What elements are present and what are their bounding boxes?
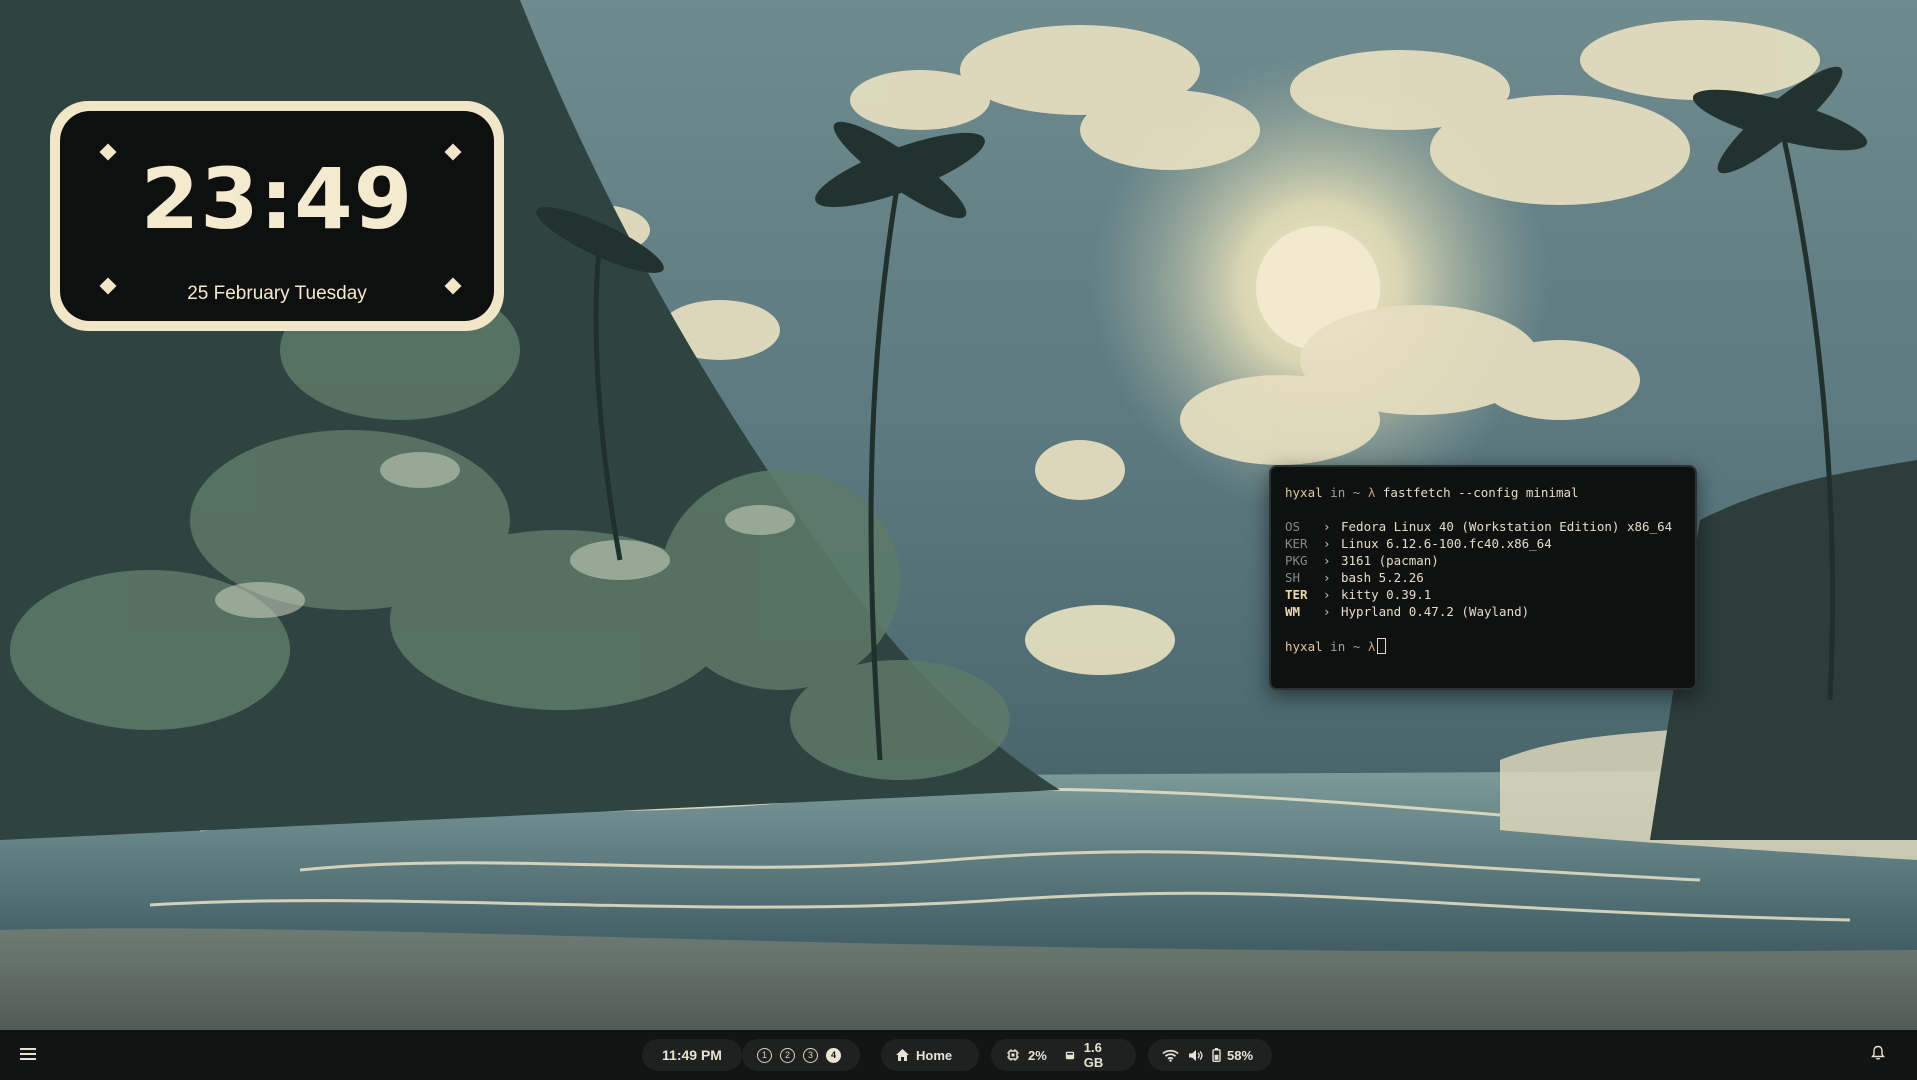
fetch-arrow: › bbox=[1323, 553, 1331, 568]
terminal-cursor bbox=[1377, 638, 1387, 654]
fetch-arrow: › bbox=[1323, 536, 1331, 551]
memory-value: 1.6 GB bbox=[1083, 1040, 1104, 1070]
bell-icon[interactable] bbox=[1871, 1045, 1885, 1061]
workspace-button-1[interactable]: 1 bbox=[757, 1047, 772, 1063]
wifi-icon[interactable] bbox=[1162, 1049, 1179, 1062]
battery-value: 58% bbox=[1227, 1047, 1254, 1063]
fetch-value: Fedora Linux 40 (Workstation Edition) x8… bbox=[1341, 519, 1673, 534]
cpu-stat: 2% bbox=[1007, 1048, 1047, 1063]
terminal-command-line: hyxal in ~ λ fastfetch --config minimal bbox=[1285, 485, 1681, 502]
cpu-icon bbox=[1007, 1049, 1019, 1061]
fetch-arrow: › bbox=[1323, 519, 1331, 534]
prompt-dir: ~ bbox=[1352, 485, 1361, 500]
fetch-arrow: › bbox=[1323, 604, 1331, 619]
clock-time: 23:49 bbox=[140, 150, 414, 248]
workspace-button-2[interactable]: 2 bbox=[780, 1047, 795, 1063]
terminal-command: fastfetch --config minimal bbox=[1382, 485, 1579, 500]
home-icon bbox=[896, 1049, 909, 1061]
home-button[interactable]: Home bbox=[881, 1039, 979, 1071]
prompt-in: in bbox=[1330, 639, 1346, 654]
clock-widget: 23:49 25 February Tuesday bbox=[50, 101, 504, 331]
fetch-value: Hyprland 0.47.2 (Wayland) bbox=[1341, 604, 1530, 619]
fetch-row: TER › kitty 0.39.1 bbox=[1285, 587, 1681, 604]
memory-stat: 1.6 GB bbox=[1065, 1040, 1118, 1070]
fetch-key: OS bbox=[1285, 519, 1301, 534]
prompt-in: in bbox=[1330, 485, 1346, 500]
fetch-arrow: › bbox=[1323, 570, 1331, 585]
prompt-user: hyxal bbox=[1285, 639, 1323, 654]
fetch-key: WM bbox=[1285, 604, 1301, 619]
fetch-key: SH bbox=[1285, 570, 1301, 585]
prompt-dir: ~ bbox=[1352, 639, 1361, 654]
fetch-key: TER bbox=[1285, 587, 1308, 602]
terminal-window[interactable]: hyxal in ~ λ fastfetch --config minimal … bbox=[1269, 465, 1697, 690]
system-stats[interactable]: 2% 1.6 GB bbox=[991, 1039, 1136, 1071]
fetch-key: KER bbox=[1285, 536, 1308, 551]
desktop: 23:49 25 February Tuesday hyxal in ~ λ f… bbox=[0, 0, 1917, 1030]
fetch-row: SH › bash 5.2.26 bbox=[1285, 570, 1681, 587]
clock-date: 25 February Tuesday bbox=[187, 283, 367, 304]
menu-icon[interactable] bbox=[20, 1048, 36, 1062]
fetch-value: 3161 (pacman) bbox=[1341, 553, 1439, 568]
workspace-button-4[interactable]: 4 bbox=[826, 1047, 841, 1063]
memory-icon bbox=[1065, 1051, 1074, 1059]
bar-time: 11:49 PM bbox=[662, 1047, 722, 1063]
home-label: Home bbox=[916, 1047, 953, 1063]
fetch-value: Linux 6.12.6-100.fc40.x86_64 bbox=[1341, 536, 1552, 551]
fetch-value: kitty 0.39.1 bbox=[1341, 587, 1432, 602]
fetch-row: KER › Linux 6.12.6-100.fc40.x86_64 bbox=[1285, 536, 1681, 553]
fetch-key: PKG bbox=[1285, 553, 1308, 568]
prompt-symbol: λ bbox=[1367, 639, 1376, 654]
volume-icon[interactable] bbox=[1188, 1049, 1203, 1062]
cpu-value: 2% bbox=[1028, 1047, 1047, 1063]
fetch-row: WM › Hyprland 0.47.2 (Wayland) bbox=[1285, 604, 1681, 621]
fetch-value: bash 5.2.26 bbox=[1341, 570, 1424, 585]
bar-clock[interactable]: 11:49 PM bbox=[642, 1039, 742, 1071]
quick-settings[interactable]: 58% bbox=[1148, 1039, 1272, 1071]
prompt-symbol: λ bbox=[1367, 485, 1376, 500]
clock-face: 23:49 25 February Tuesday bbox=[60, 111, 494, 321]
fetch-row: OS › Fedora Linux 40 (Workstation Edition)… bbox=[1285, 519, 1681, 536]
battery-icon bbox=[1212, 1048, 1221, 1062]
fetch-arrow: › bbox=[1323, 587, 1331, 602]
status-bar: 11:49 PM 1 2 3 4 Home 2% 1.6 GB 58% bbox=[0, 1030, 1917, 1080]
workspace-button-3[interactable]: 3 bbox=[803, 1047, 818, 1063]
workspace-switcher: 1 2 3 4 bbox=[742, 1039, 860, 1071]
prompt-user: hyxal bbox=[1285, 485, 1323, 500]
fetch-row: PKG › 3161 (pacman) bbox=[1285, 553, 1681, 570]
terminal-prompt-line[interactable]: hyxal in ~ λ bbox=[1285, 638, 1681, 655]
